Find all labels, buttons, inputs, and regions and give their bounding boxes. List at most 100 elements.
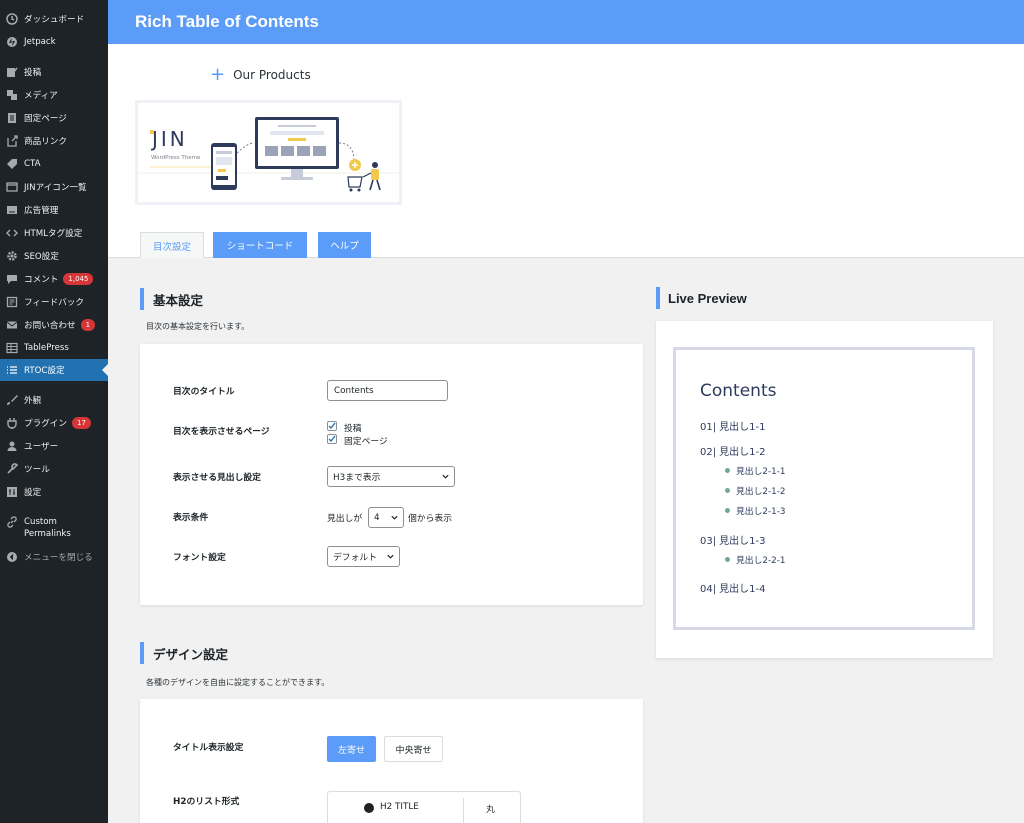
tab-help[interactable]: ヘルプ: [318, 232, 371, 258]
h2-list-style-label: H2のリスト形式: [173, 797, 240, 807]
sidebar-item-media[interactable]: メディア: [0, 84, 108, 106]
sidebar-item-label: Jetpack: [24, 37, 56, 47]
toc-title-input[interactable]: Contents: [327, 380, 448, 401]
sidebar-item-label: 設定: [24, 488, 42, 498]
chevron-down-icon: [440, 472, 450, 482]
sidebar-item-comments[interactable]: コメント 1,045: [0, 268, 108, 290]
toc-item-number: 03|: [700, 536, 717, 547]
toc-item-number: 04|: [700, 584, 717, 595]
sidebar-item-seo[interactable]: SEO設定: [0, 245, 108, 267]
sidebar-item-cta[interactable]: CTA: [0, 153, 108, 175]
heading-level-value: H3まで表示: [333, 473, 381, 483]
sidebar-item-tools[interactable]: ツール: [0, 458, 108, 480]
pages-checkbox[interactable]: [327, 434, 337, 444]
tab-toc-settings[interactable]: 目次設定: [140, 232, 204, 258]
sidebar-item-jin-icons[interactable]: JINアイコン一覧: [0, 176, 108, 198]
font-select[interactable]: デフォルト: [327, 546, 400, 567]
design-settings-title: デザイン設定: [140, 642, 228, 664]
sidebar-item-contact[interactable]: お問い合わせ 1: [0, 314, 108, 336]
toc-title-label: 目次のタイトル: [173, 387, 235, 397]
option-divider: [463, 798, 464, 823]
toc-subitem-text: 見出し2-1-2: [736, 487, 786, 497]
sidebar-item-rtoc[interactable]: RTOC設定: [0, 359, 108, 381]
min-headings-select[interactable]: 4: [368, 507, 404, 528]
tab-shortcode[interactable]: ショートコード: [213, 232, 307, 258]
admin-sidebar: ダッシュボード Jetpack 投稿 メディア 固定ページ 商品リンク CTA …: [0, 0, 108, 823]
sidebar-item-label: プラグイン: [24, 419, 67, 429]
sidebar-item-label: Custom Permalinks: [24, 517, 71, 539]
pages-label: 目次を表示させるページ: [173, 427, 270, 437]
toc-subitem: 見出し2-1-2: [725, 484, 786, 497]
wrench-icon: [6, 463, 18, 475]
plugin-icon: [6, 417, 18, 429]
plus-icon: +: [210, 64, 226, 85]
toc-item-text: 見出し1-3: [719, 536, 766, 547]
sidebar-item-feedback[interactable]: フィードバック: [0, 291, 108, 313]
sidebar-item-label: メディア: [24, 91, 58, 101]
sidebar-item-settings[interactable]: 設定: [0, 481, 108, 503]
sidebar-collapse-menu[interactable]: メニューを閉じる: [0, 546, 108, 568]
chevron-down-icon: [385, 552, 395, 562]
heading-level-select[interactable]: H3まで表示: [327, 466, 455, 487]
page-title: Rich Table of Contents: [135, 12, 319, 31]
toc-item-text: 見出し1-4: [719, 584, 766, 595]
page-header: Rich Table of Contents: [108, 0, 1024, 44]
jin-banner-illustration: JIN WordPress Theme: [138, 103, 399, 202]
sidebar-item-jetpack[interactable]: Jetpack: [0, 31, 108, 53]
ad-icon: [6, 204, 18, 216]
media-icon: [6, 89, 18, 101]
toc-subitem: 見出し2-1-1: [725, 464, 786, 477]
sidebar-item-pages[interactable]: 固定ページ: [0, 107, 108, 129]
sidebar-item-label: CTA: [24, 159, 41, 169]
list-icon: [6, 364, 18, 376]
our-products-toggle[interactable]: + Our Products: [210, 64, 311, 85]
posts-checkbox-label: 投稿: [344, 424, 362, 434]
jin-banner[interactable]: JIN WordPress Theme: [135, 100, 402, 205]
toc-item-text: 見出し1-2: [719, 447, 766, 458]
page-icon: [6, 112, 18, 124]
sidebar-item-label: コメント: [24, 275, 59, 285]
sidebar-item-posts[interactable]: 投稿: [0, 61, 108, 83]
sidebar-item-html-tags[interactable]: HTMLタグ設定: [0, 222, 108, 244]
sidebar-item-label: JINアイコン一覧: [24, 183, 87, 193]
sidebar-item-label: 外観: [24, 396, 42, 406]
bullet-dot-icon: [725, 468, 730, 473]
toc-subitem-text: 見出し2-2-1: [736, 556, 786, 566]
posts-checkbox[interactable]: [327, 421, 337, 431]
sidebar-item-custom-permalinks[interactable]: Custom Permalinks: [0, 512, 108, 542]
align-center-button[interactable]: 中央寄せ: [384, 736, 443, 762]
sidebar-item-tablepress[interactable]: TablePress: [0, 337, 108, 359]
toc-item: 03| 見出し1-3: [700, 532, 765, 547]
sidebar-item-label: お問い合わせ: [24, 321, 76, 331]
jin-logo: JIN: [150, 127, 188, 151]
toc-subitem-text: 見出し2-1-3: [736, 507, 786, 517]
sidebar-item-label: 広告管理: [24, 206, 59, 216]
post-icon: [6, 66, 18, 78]
sidebar-item-product-link[interactable]: 商品リンク: [0, 130, 108, 152]
sidebar-item-label: ユーザー: [24, 442, 59, 452]
contact-count-badge: 1: [80, 319, 96, 331]
sidebar-item-ads[interactable]: 広告管理: [0, 199, 108, 221]
basic-settings-title: 基本設定: [140, 288, 203, 310]
sidebar-item-appearance[interactable]: 外観: [0, 389, 108, 411]
icon-list-icon: [6, 181, 18, 193]
sidebar-item-users[interactable]: ユーザー: [0, 435, 108, 457]
display-condition-label: 表示条件: [173, 513, 209, 523]
plugin-count-badge: 17: [71, 417, 91, 429]
h2-list-style-option[interactable]: H2 TITLE 丸: [327, 791, 521, 823]
code-icon: [6, 227, 18, 239]
font-setting-label: フォント設定: [173, 553, 226, 563]
sidebar-item-label: メニューを閉じる: [24, 553, 93, 563]
h2-style-name: 丸: [486, 805, 495, 815]
gear-icon: [6, 250, 18, 262]
sidebar-item-label: ダッシュボード: [24, 15, 85, 25]
toc-preview-heading: Contents: [700, 381, 777, 401]
h2-sample-title: H2 TITLE: [380, 802, 419, 812]
our-products-label: Our Products: [233, 68, 311, 82]
user-icon: [6, 440, 18, 452]
bullet-dot-icon: [725, 557, 730, 562]
sidebar-item-plugins[interactable]: プラグイン 17: [0, 412, 108, 434]
design-settings-desc: 各種のデザインを自由に設定することができます。: [146, 678, 330, 687]
align-left-button[interactable]: 左寄せ: [327, 736, 376, 762]
sidebar-item-dashboard[interactable]: ダッシュボード: [0, 8, 108, 30]
